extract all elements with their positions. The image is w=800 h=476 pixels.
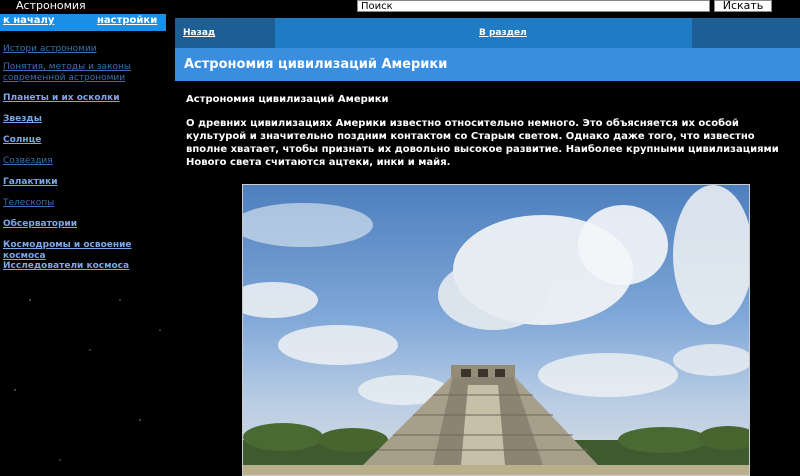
settings-link[interactable]: настройки — [97, 15, 157, 26]
title-bar: Астрономия цивилизаций Америки — [175, 48, 800, 81]
search-button[interactable]: Искать — [714, 0, 772, 12]
top-bar: Астрономия Искать — [0, 0, 800, 12]
section-link[interactable]: В раздел — [479, 28, 527, 38]
sidebar-item-history[interactable]: Истори астрономии — [3, 44, 168, 55]
sidebar-item-galaxies[interactable]: Галактики — [3, 177, 168, 188]
sidebar-item-stars[interactable]: Звезды — [3, 114, 168, 125]
pyramid-illustration — [243, 185, 749, 475]
sidebar-header: к началу настройки — [0, 14, 166, 31]
sidebar-item-sun[interactable]: Солнце — [3, 135, 168, 146]
sidebar-item-telescopes[interactable]: Телескопы — [3, 198, 168, 209]
tab-back: Назад — [175, 18, 275, 48]
page-title: Астрономия цивилизаций Америки — [184, 57, 448, 72]
sidebar-item-explorers[interactable]: Исследователи космоса — [3, 261, 168, 272]
home-link[interactable]: к началу — [3, 15, 54, 26]
sidebar-item-cosmodromes[interactable]: Космодромы и освоение космоса — [3, 240, 168, 262]
article-paragraph: О древних цивилизациях Америки известно … — [186, 118, 779, 168]
pyramid-photo — [242, 184, 750, 476]
back-link[interactable]: Назад — [183, 28, 215, 38]
sidebar-item-constellations[interactable]: Созвездия — [3, 156, 168, 167]
search-input[interactable] — [357, 0, 710, 12]
main-content: Назад В раздел Астрономия цивилизаций Ам… — [175, 18, 800, 476]
sidebar-item-planets[interactable]: Планеты и их осколки — [3, 93, 168, 104]
tab-section: В раздел — [275, 18, 692, 48]
sidebar-item-observatories[interactable]: Обсерватории — [3, 219, 168, 230]
sidebar-item-concepts[interactable]: Понятия, методы и законы современной аст… — [3, 62, 168, 84]
site-title: Астрономия — [16, 0, 86, 12]
article-subtitle: Астрономия цивилизаций Америки — [186, 94, 389, 105]
tab-bar: Назад В раздел — [175, 18, 800, 48]
